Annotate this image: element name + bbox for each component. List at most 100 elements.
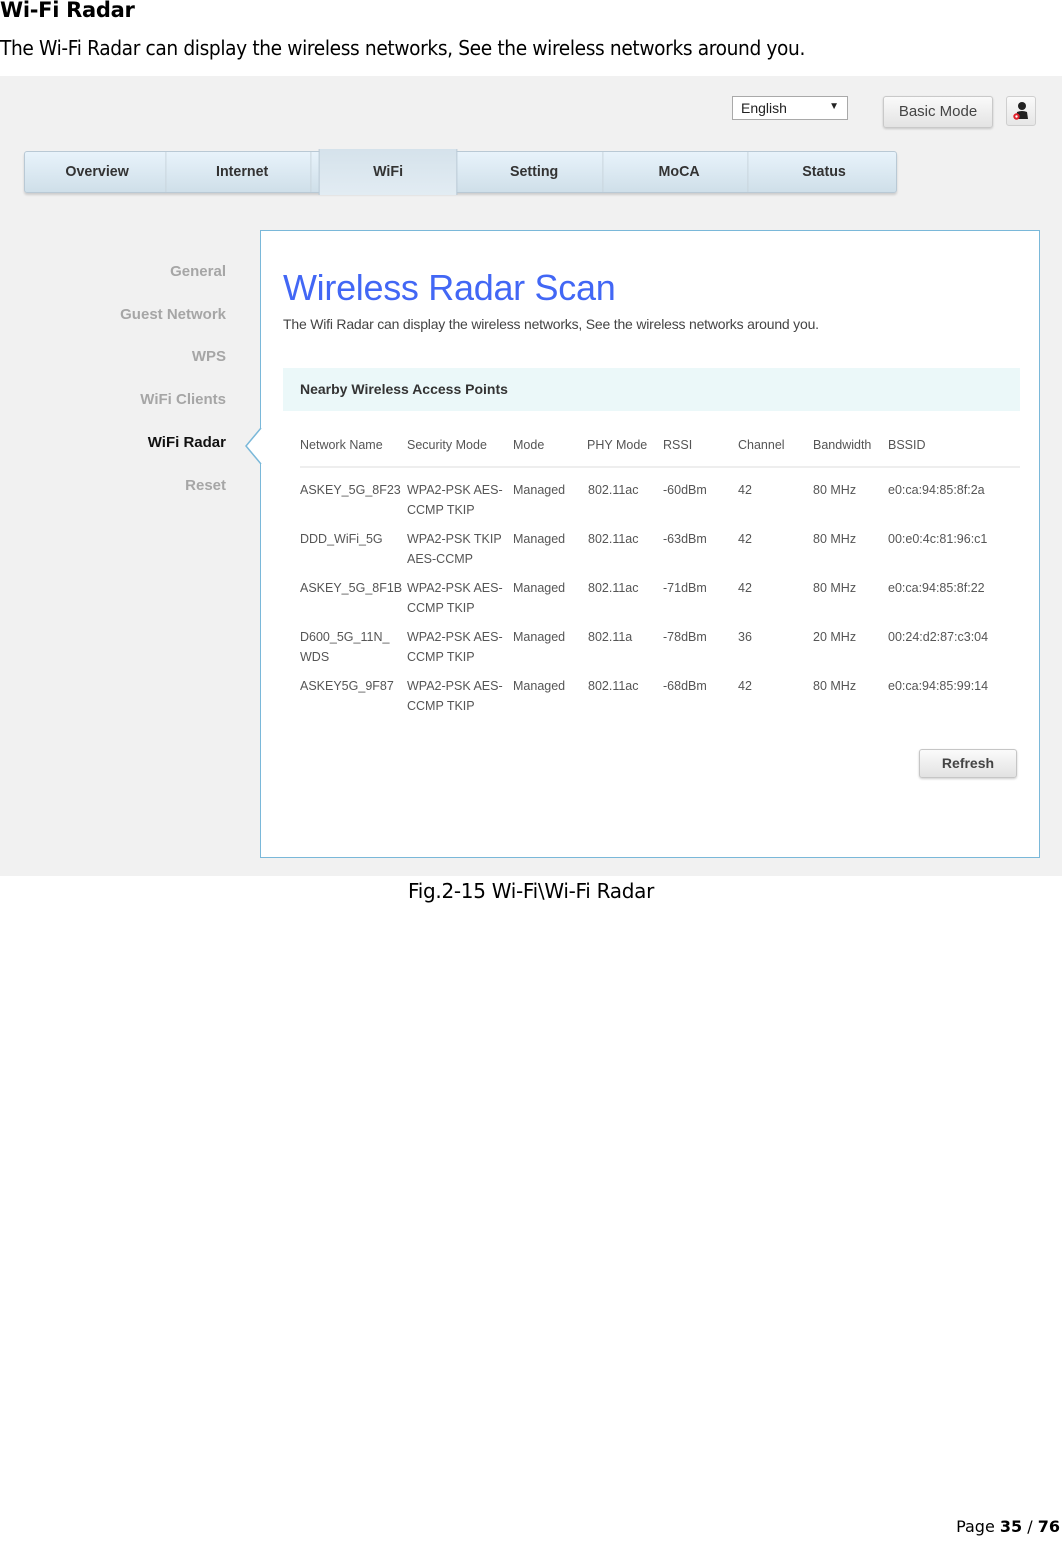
access-points-table: Network Name Security Mode Mode PHY Mode… xyxy=(300,429,1020,713)
basic-mode-button[interactable]: Basic Mode xyxy=(883,96,993,128)
cell-bssid: e0:ca:94:85:8f:2a xyxy=(888,483,985,497)
column-header-mode: Mode xyxy=(513,438,545,452)
column-header-bssid: BSSID xyxy=(888,438,926,452)
page-separator: / xyxy=(1027,1517,1033,1536)
cell-phy: 802.11ac xyxy=(588,483,639,497)
cell-phy: 802.11ac xyxy=(588,532,639,546)
nav-tab-wifi[interactable]: WiFi xyxy=(318,149,458,195)
cell-security: WPA2-PSK AES- CCMP TKIP xyxy=(407,676,511,716)
document-heading: Wi-Fi Radar xyxy=(0,0,135,22)
table-row: DDD_WiFi_5G WPA2-PSK TKIP AES-CCMP Managed 8… xyxy=(300,517,1020,566)
nav-tab-internet[interactable]: Internet xyxy=(174,152,312,192)
cell-bandwidth: 80 MHz xyxy=(813,483,857,497)
cell-mode: Managed xyxy=(513,483,566,497)
cell-channel: 42 xyxy=(738,679,752,693)
cell-name-line: ASKEY5G_9F87 xyxy=(300,679,394,693)
cell-bssid: e0:ca:94:85:99:14 xyxy=(888,679,989,693)
language-select[interactable]: English ▼ xyxy=(732,96,848,120)
nav-tab-status[interactable]: Status xyxy=(755,152,892,192)
language-value: English xyxy=(741,100,787,116)
nav-tab-setting[interactable]: Setting xyxy=(465,152,604,192)
cell-name: ASKEY_5G_8F1B xyxy=(300,578,406,618)
table-header: Network Name Security Mode Mode PHY Mode… xyxy=(300,429,1020,468)
user-logout-icon xyxy=(1013,102,1028,120)
cell-bandwidth: 20 MHz xyxy=(813,630,857,644)
cell-security-line: WPA2-PSK TKIP xyxy=(407,532,502,546)
sidebar-item-wifi-clients[interactable]: WiFi Clients xyxy=(140,391,226,408)
user-logout-button[interactable] xyxy=(1006,96,1036,126)
cell-name: DDD_WiFi_5G xyxy=(300,529,406,569)
nav-tab-moca[interactable]: MoCA xyxy=(610,152,749,192)
active-item-pointer-icon xyxy=(245,428,273,464)
cell-name-line: ASKEY_5G_8F1B xyxy=(300,581,403,595)
column-header-rssi: RSSI xyxy=(663,438,693,452)
cell-mode: Managed xyxy=(513,679,566,693)
section-title: Nearby Wireless Access Points xyxy=(300,381,508,397)
nav-tab-overview[interactable]: Overview xyxy=(29,152,167,192)
sidebar-item-guest-network[interactable]: Guest Network xyxy=(120,306,226,323)
cell-channel: 42 xyxy=(738,581,752,595)
cell-security: WPA2-PSK TKIP AES-CCMP xyxy=(407,529,511,569)
cell-security: WPA2-PSK AES- CCMP TKIP xyxy=(407,627,511,667)
cell-phy: 802.11ac xyxy=(588,679,639,693)
cell-mode: Managed xyxy=(513,532,566,546)
table-row: ASKEY_5G_8F23 WPA2-PSK AES- CCMP TKIP Manag… xyxy=(300,468,1020,517)
document-intro: The Wi-Fi Radar can display the wireless… xyxy=(0,36,806,60)
cell-phy: 802.11ac xyxy=(588,581,639,595)
router-ui-screenshot: English ▼ Basic Mode Overview Internet W… xyxy=(0,76,1062,876)
cell-name-line: D600_5G_11N_ xyxy=(300,630,390,644)
page-current: 35 xyxy=(999,1517,1023,1536)
cell-mode: Managed xyxy=(513,630,566,644)
cell-name: ASKEY5G_9F87 xyxy=(300,676,406,716)
cell-name: ASKEY_5G_8F23 xyxy=(300,480,406,520)
section-header: Nearby Wireless Access Points xyxy=(283,368,1020,411)
page-total: 76 xyxy=(1037,1517,1060,1536)
cell-mode: Managed xyxy=(513,581,566,595)
cell-bandwidth: 80 MHz xyxy=(813,679,857,693)
sidebar-item-general[interactable]: General xyxy=(170,263,226,280)
column-header-phy-mode: PHY Mode xyxy=(587,438,648,452)
cell-bandwidth: 80 MHz xyxy=(813,581,857,595)
figure-caption: Fig.2-15 Wi-Fi\Wi-Fi Radar xyxy=(407,879,655,903)
page-number: Page 35 / 76 xyxy=(956,1517,1060,1536)
column-header-security-mode: Security Mode xyxy=(407,438,487,452)
page-title: Wireless Radar Scan xyxy=(283,267,616,308)
cell-name-line: DDD_WiFi_5G xyxy=(300,532,383,546)
page-description: The Wifi Radar can display the wireless … xyxy=(283,316,819,332)
content-panel: Wireless Radar Scan The Wifi Radar can d… xyxy=(260,230,1040,858)
cell-security: WPA2-PSK AES- CCMP TKIP xyxy=(407,578,511,618)
dropdown-arrow-icon: ▼ xyxy=(829,101,839,112)
sidebar-item-reset[interactable]: Reset xyxy=(185,477,226,494)
cell-rssi: -71dBm xyxy=(663,581,707,595)
cell-bssid: 00:24:d2:87:c3:04 xyxy=(888,630,989,644)
cell-rssi: -68dBm xyxy=(663,679,707,693)
sidebar-item-wifi-radar[interactable]: WiFi Radar xyxy=(148,434,226,451)
cell-rssi: -60dBm xyxy=(663,483,707,497)
cell-bandwidth: 80 MHz xyxy=(813,532,857,546)
table-row: D600_5G_11N_ WDS WPA2-PSK AES- CCMP TKIP Man… xyxy=(300,615,1020,664)
cell-security-line: CCMP TKIP xyxy=(407,699,475,713)
cell-bssid: e0:ca:94:85:8f:22 xyxy=(888,581,985,595)
cell-name-line xyxy=(300,696,406,716)
cell-security: WPA2-PSK AES- CCMP TKIP xyxy=(407,480,511,520)
column-header-bandwidth: Bandwidth xyxy=(813,438,872,452)
cell-security-line: WPA2-PSK AES- xyxy=(407,630,503,644)
main-nav: Overview Internet WiFi Setting MoCA Stat… xyxy=(24,149,897,195)
cell-security-line: WPA2-PSK AES- xyxy=(407,581,503,595)
cell-name: D600_5G_11N_ WDS xyxy=(300,627,406,667)
cell-channel: 42 xyxy=(738,483,752,497)
table-row: ASKEY5G_9F87 WPA2-PSK AES- CCMP TKIP Manage… xyxy=(300,664,1020,713)
table-row: ASKEY_5G_8F1B WPA2-PSK AES- CCMP TKIP Manag… xyxy=(300,566,1020,615)
cell-bssid: 00:e0:4c:81:96:c1 xyxy=(888,532,988,546)
refresh-button[interactable]: Refresh xyxy=(919,749,1017,778)
cell-channel: 42 xyxy=(738,532,752,546)
cell-name-line: ASKEY_5G_8F23 xyxy=(300,483,401,497)
table-body: ASKEY_5G_8F23 WPA2-PSK AES- CCMP TKIP Manag… xyxy=(300,468,1020,713)
cell-security-line: WPA2-PSK AES- xyxy=(407,679,503,693)
cell-security-line: WPA2-PSK AES- xyxy=(407,483,503,497)
cell-phy: 802.11a xyxy=(588,630,633,644)
cell-rssi: -63dBm xyxy=(663,532,707,546)
column-header-channel: Channel xyxy=(738,438,785,452)
page-label: Page xyxy=(956,1517,995,1536)
sidebar-item-wps[interactable]: WPS xyxy=(192,348,226,365)
